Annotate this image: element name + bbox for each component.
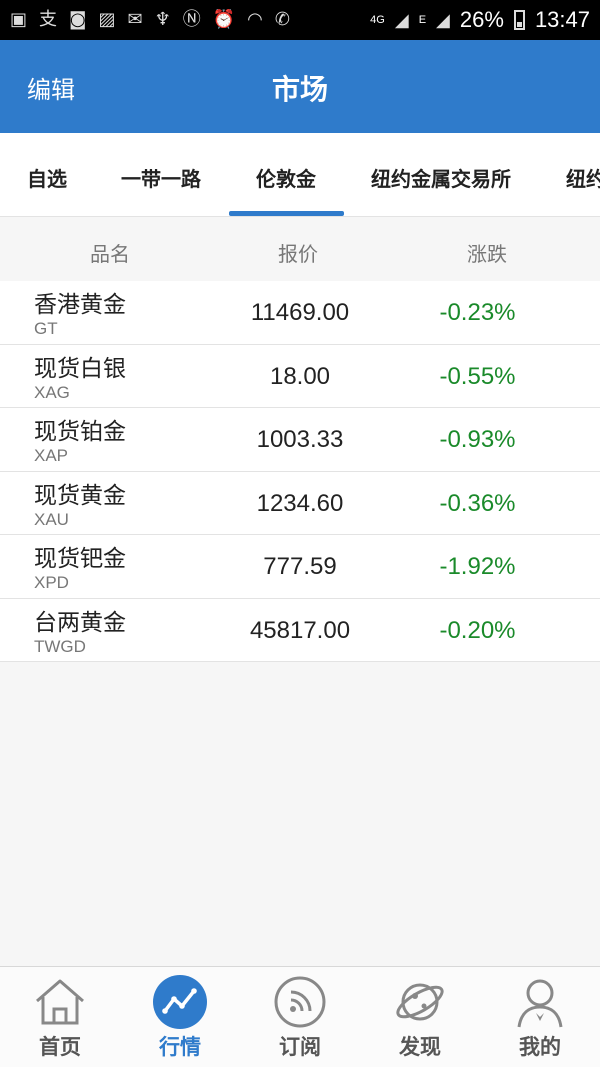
product-change: -0.36% xyxy=(439,489,516,517)
battery-percent: 26% xyxy=(459,7,504,32)
column-header-price: 报价 xyxy=(278,242,318,266)
system-status: 4G ◢ E ◢ 26% 13:47 xyxy=(370,7,590,33)
product-name: 现货铂金 xyxy=(34,419,126,445)
product-change: -0.55% xyxy=(439,362,516,390)
page-title: 市场 xyxy=(271,73,328,106)
product-change: -0.93% xyxy=(439,426,516,453)
nav-label: 首页 xyxy=(39,1035,81,1059)
status-bar: ▣ 支 ◙ ▨ ✉ ♆ Ⓝ ⏰ ◠ ✆ 4G ◢ E ◢ 26% 13:47 xyxy=(0,0,600,40)
table-row[interactable]: 现货黄金 XAU 1234.60 -0.36% xyxy=(0,471,600,535)
battery-icon xyxy=(513,10,525,30)
product-code: TWGD xyxy=(34,636,86,656)
tab-belt-and-road[interactable]: 一带一路 xyxy=(121,163,201,192)
product-price: 18.00 xyxy=(269,362,331,390)
product-price: 45817.00 xyxy=(249,616,351,644)
table-row[interactable]: 香港黄金 GT 11469.00 -0.23% xyxy=(0,281,600,345)
home-icon xyxy=(36,979,84,1025)
product-price: 11469.00 xyxy=(250,299,350,326)
product-code: XAP xyxy=(34,446,69,465)
product-code: XAG xyxy=(34,382,70,402)
nav-label: 订阅 xyxy=(279,1035,321,1059)
product-change: -0.23% xyxy=(439,299,516,326)
product-name: 现货黄金 xyxy=(34,482,126,509)
product-name: 台两黄金 xyxy=(34,609,126,636)
product-name: 现货钯金 xyxy=(34,546,126,572)
alipay-icon: 支 xyxy=(39,9,58,30)
product-price: 1003.33 xyxy=(256,426,344,453)
wifi-icon: ◠ xyxy=(247,9,263,30)
signal-icon: ◢ xyxy=(394,10,409,30)
usb-icon: ♆ xyxy=(154,9,171,30)
notification-icons: ▣ 支 ◙ ▨ ✉ ♆ Ⓝ ⏰ ◠ ✆ xyxy=(10,11,370,29)
table-row[interactable]: 现货铂金 XAP 1003.33 -0.93% xyxy=(0,408,600,472)
product-change: -1.92% xyxy=(439,553,516,580)
table-row[interactable]: 现货钯金 XPD 777.59 -1.92% xyxy=(0,535,600,599)
market-tabs: 自选 一带一路 伦敦金 纽约金属交易所 纽约 xyxy=(0,133,600,217)
column-header-name: 品名 xyxy=(90,242,130,266)
tab-favorites[interactable]: 自选 xyxy=(27,163,67,192)
clock: 13:47 xyxy=(534,7,590,32)
tab-new-york[interactable]: 纽约 xyxy=(566,163,600,192)
product-name: 现货白银 xyxy=(34,355,126,382)
product-price: 1234.60 xyxy=(256,489,344,517)
column-header-change: 涨跌 xyxy=(467,242,507,266)
table-header: 品名 报价 涨跌 xyxy=(0,217,600,281)
nav-me[interactable]: 我的 xyxy=(480,967,600,1067)
product-name: 香港黄金 xyxy=(34,292,126,318)
quote-list: 香港黄金 GT 11469.00 -0.23% 现货白银 XAG 18.00 -… xyxy=(0,281,600,662)
phone-icon: ✆ xyxy=(274,9,290,30)
mail-icon: ✉ xyxy=(127,9,143,30)
nav-label: 发现 xyxy=(399,1035,441,1059)
app-icon: ▣ xyxy=(10,9,28,30)
bottom-nav: 首页 行情 订阅 发现 我的 xyxy=(0,966,600,1067)
alarm-icon: ⏰ xyxy=(212,9,236,30)
network-4g-label: 4G xyxy=(370,14,385,26)
tab-comex[interactable]: 纽约金属交易所 xyxy=(371,163,511,192)
bag-icon: ◙ xyxy=(69,9,87,30)
nav-discover[interactable]: 发现 xyxy=(360,967,480,1067)
product-code: GT xyxy=(34,319,58,338)
active-tab-indicator xyxy=(229,211,344,216)
nav-label: 行情 xyxy=(159,1035,201,1059)
tab-london-gold[interactable]: 伦敦金 xyxy=(256,163,316,192)
chart-icon xyxy=(153,975,207,1029)
image-icon: ▨ xyxy=(98,9,116,30)
nfc-icon: Ⓝ xyxy=(182,9,201,30)
product-change: -0.20% xyxy=(439,616,516,644)
nav-home[interactable]: 首页 xyxy=(0,967,120,1067)
network-e-label: E xyxy=(418,14,427,26)
rss-icon xyxy=(274,976,326,1028)
product-price: 777.59 xyxy=(263,553,337,580)
signal-icon-2: ◢ xyxy=(436,10,450,30)
product-code: XPD xyxy=(34,573,69,592)
nav-label: 我的 xyxy=(519,1035,561,1059)
planet-icon xyxy=(396,983,444,1021)
app-header: 编辑 市场 xyxy=(0,40,600,133)
table-row[interactable]: 现货白银 XAG 18.00 -0.55% xyxy=(0,344,600,408)
profile-icon xyxy=(517,979,563,1028)
nav-subscribe[interactable]: 订阅 xyxy=(240,967,360,1067)
table-row[interactable]: 台两黄金 TWGD 45817.00 -0.20% xyxy=(0,598,600,662)
nav-market[interactable]: 行情 xyxy=(120,967,240,1067)
product-code: XAU xyxy=(34,509,69,529)
